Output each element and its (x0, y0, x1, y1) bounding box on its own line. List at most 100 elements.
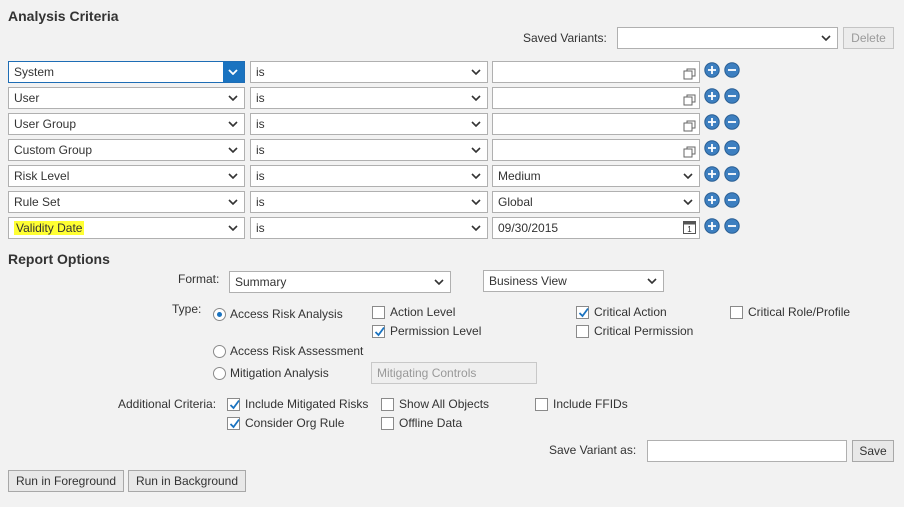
svg-text:1: 1 (687, 225, 692, 234)
criteria-operator-select[interactable]: is (250, 139, 488, 161)
criteria-operator-select[interactable]: is (250, 113, 488, 135)
checkbox-action-level[interactable] (372, 306, 385, 319)
criteria-value-select[interactable]: Medium (492, 165, 700, 187)
calendar-icon[interactable]: 1 (683, 220, 696, 240)
remove-row-icon[interactable] (724, 218, 740, 234)
chevron-down-icon (469, 140, 483, 160)
criteria-field-value: Rule Set (14, 195, 61, 209)
criteria-value-input[interactable] (492, 139, 700, 161)
criteria-value-input[interactable] (492, 61, 700, 83)
remove-row-icon[interactable] (724, 88, 740, 104)
add-row-icon[interactable] (704, 88, 720, 104)
view-value: Business View (489, 274, 567, 288)
remove-row-icon[interactable] (724, 62, 740, 78)
criteria-value-select[interactable]: Global (492, 191, 700, 213)
additional-criteria-label: Additional Criteria: (118, 397, 217, 411)
criteria-field-value: User Group (14, 117, 77, 131)
criteria-value-input[interactable] (492, 87, 700, 109)
label-action-level: Action Level (390, 305, 456, 319)
criteria-operator-value: is (256, 169, 265, 183)
criteria-field-select[interactable]: Risk Level (8, 165, 245, 187)
save-variant-input[interactable] (647, 440, 847, 462)
label-critical-role-profile: Critical Role/Profile (748, 305, 851, 319)
remove-row-icon[interactable] (724, 192, 740, 208)
view-select[interactable]: Business View (483, 270, 664, 292)
criteria-value-input[interactable] (492, 113, 700, 135)
criteria-field-select[interactable]: Rule Set (8, 191, 245, 213)
checkbox-critical-action[interactable] (576, 306, 589, 319)
radio-access-risk-assessment[interactable] (213, 345, 226, 358)
criteria-field-select[interactable]: Validity Date (8, 217, 245, 239)
checkbox-critical-role-profile[interactable] (730, 306, 743, 319)
criteria-operator-value: is (256, 117, 265, 131)
save-variant-label: Save Variant as: (549, 443, 637, 457)
radio-access-risk-analysis[interactable] (213, 308, 226, 321)
chevron-down-icon (432, 272, 446, 292)
remove-row-icon[interactable] (724, 140, 740, 156)
checkbox-include-ffids[interactable] (535, 398, 548, 411)
saved-variants-select[interactable] (617, 27, 838, 49)
criteria-field-select[interactable]: System (8, 61, 245, 83)
remove-row-icon[interactable] (724, 114, 740, 130)
criteria-operator-select[interactable]: is (250, 191, 488, 213)
checkbox-permission-level[interactable] (372, 325, 385, 338)
saved-variants-label: Saved Variants: (523, 31, 607, 45)
value-help-icon[interactable] (683, 118, 696, 138)
save-variant-button[interactable]: Save (852, 440, 894, 462)
label-offline-data: Offline Data (399, 416, 463, 430)
chevron-down-icon (469, 218, 483, 238)
criteria-value-text: 09/30/2015 (498, 221, 559, 235)
criteria-operator-select[interactable]: is (250, 87, 488, 109)
add-row-icon[interactable] (704, 140, 720, 156)
criteria-field-value: Validity Date (14, 221, 85, 235)
criteria-field-value: User (14, 91, 40, 105)
label-consider-org-rule: Consider Org Rule (245, 416, 345, 430)
run-in-background-button[interactable]: Run in Background (128, 470, 246, 492)
checkbox-show-all-objects[interactable] (381, 398, 394, 411)
criteria-value-input[interactable]: 09/30/2015 1 (492, 217, 700, 239)
radio-mitigation-analysis[interactable] (213, 367, 226, 380)
criteria-operator-value: is (256, 91, 265, 105)
add-row-icon[interactable] (704, 62, 720, 78)
chevron-down-icon (226, 140, 240, 160)
format-select[interactable]: Summary (229, 271, 451, 293)
add-row-icon[interactable] (704, 166, 720, 182)
add-row-icon[interactable] (704, 218, 720, 234)
chevron-down-icon (645, 271, 659, 291)
report-options-title: Report Options (8, 251, 110, 267)
run-in-foreground-button[interactable]: Run in Foreground (8, 470, 124, 492)
chevron-down-icon (469, 88, 483, 108)
label-show-all-objects: Show All Objects (399, 397, 490, 411)
chevron-down-icon (469, 114, 483, 134)
checkbox-include-mitigated-risks[interactable] (227, 398, 240, 411)
criteria-operator-select[interactable]: is (250, 165, 488, 187)
criteria-operator-select[interactable]: is (250, 61, 488, 83)
value-help-icon[interactable] (683, 66, 696, 86)
chevron-down-icon[interactable] (681, 192, 695, 212)
criteria-field-select[interactable]: Custom Group (8, 139, 245, 161)
criteria-operator-value: is (256, 143, 265, 157)
chevron-down-icon[interactable] (681, 166, 695, 186)
type-label-mitigation-analysis: Mitigation Analysis (230, 366, 329, 380)
criteria-operator-select[interactable]: is (250, 217, 488, 239)
chevron-down-icon (226, 114, 240, 134)
analysis-criteria-title: Analysis Criteria (8, 8, 119, 24)
add-row-icon[interactable] (704, 114, 720, 130)
checkbox-offline-data[interactable] (381, 417, 394, 430)
value-help-icon[interactable] (683, 144, 696, 164)
criteria-operator-value: is (256, 195, 265, 209)
label-permission-level: Permission Level (390, 324, 482, 338)
mitigating-controls-input: Mitigating Controls (371, 362, 537, 384)
chevron-down-icon (226, 192, 240, 212)
delete-variant-button[interactable]: Delete (843, 27, 894, 49)
label-include-mitigated-risks: Include Mitigated Risks (245, 397, 369, 411)
remove-row-icon[interactable] (724, 166, 740, 182)
checkbox-consider-org-rule[interactable] (227, 417, 240, 430)
type-label-access-risk-assessment: Access Risk Assessment (230, 344, 364, 358)
criteria-field-value: Custom Group (14, 143, 93, 157)
criteria-field-select[interactable]: User Group (8, 113, 245, 135)
criteria-field-select[interactable]: User (8, 87, 245, 109)
add-row-icon[interactable] (704, 192, 720, 208)
checkbox-critical-permission[interactable] (576, 325, 589, 338)
value-help-icon[interactable] (683, 92, 696, 112)
